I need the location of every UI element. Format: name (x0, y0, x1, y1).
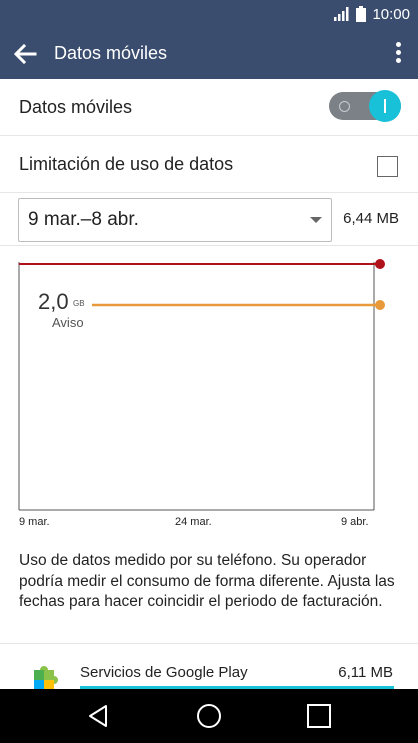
warning-value: 2,0 (38, 289, 69, 314)
warning-handle[interactable] (375, 300, 385, 310)
x-tick-label: 9 abr. (341, 516, 369, 528)
app-usage-row[interactable]: Servicios de Google Play 6,11 MB (0, 644, 418, 689)
warning-unit: GB (73, 299, 85, 308)
mobile-data-label: Datos móviles (19, 97, 133, 117)
page-title: Datos móviles (54, 43, 168, 63)
data-limit-label: Limitación de uso de datos (19, 154, 234, 174)
battery-icon (356, 6, 367, 22)
nav-home-icon (197, 704, 221, 728)
status-icons: 10:00 (334, 4, 410, 24)
total-usage: 6,44 MB (343, 210, 399, 227)
nav-back-icon (89, 705, 107, 727)
toggle-knob (369, 90, 401, 122)
toggle-off-icon (339, 101, 350, 112)
warning-label: Aviso (52, 315, 84, 330)
back-button[interactable] (10, 39, 40, 69)
signal-icon (334, 7, 349, 21)
data-limit-row[interactable]: Limitación de uso de datos (0, 136, 418, 193)
app-name: Servicios de Google Play (80, 664, 248, 681)
nav-home-button[interactable] (194, 701, 224, 731)
nav-recents-button[interactable] (304, 701, 334, 731)
mobile-data-toggle[interactable] (329, 90, 401, 122)
status-bar: 10:00 (0, 0, 418, 28)
period-dropdown[interactable]: 9 mar.–8 abr. (18, 198, 332, 242)
limit-handle[interactable] (375, 259, 385, 269)
mobile-data-row[interactable]: Datos móviles (0, 79, 418, 136)
back-arrow-icon (13, 43, 37, 65)
overflow-menu-button[interactable] (392, 40, 404, 68)
app-size: 6,11 MB (338, 664, 393, 681)
nav-back-button[interactable] (84, 701, 114, 731)
app-bar: Datos móviles (0, 28, 418, 79)
status-time: 10:00 (372, 5, 410, 23)
navigation-bar (0, 689, 418, 743)
overflow-menu-icon (395, 42, 401, 47)
usage-info-text: Uso de datos medido por su teléfono. Su … (19, 552, 395, 610)
chevron-down-icon (310, 217, 322, 223)
data-limit-checkbox[interactable] (377, 156, 398, 177)
x-tick-label: 9 mar. (19, 516, 50, 528)
period-value: 9 mar.–8 abr. (28, 209, 139, 230)
nav-recents-icon (307, 704, 331, 728)
puzzle-icon (34, 666, 58, 689)
x-tick-label: 24 mar. (175, 516, 212, 528)
